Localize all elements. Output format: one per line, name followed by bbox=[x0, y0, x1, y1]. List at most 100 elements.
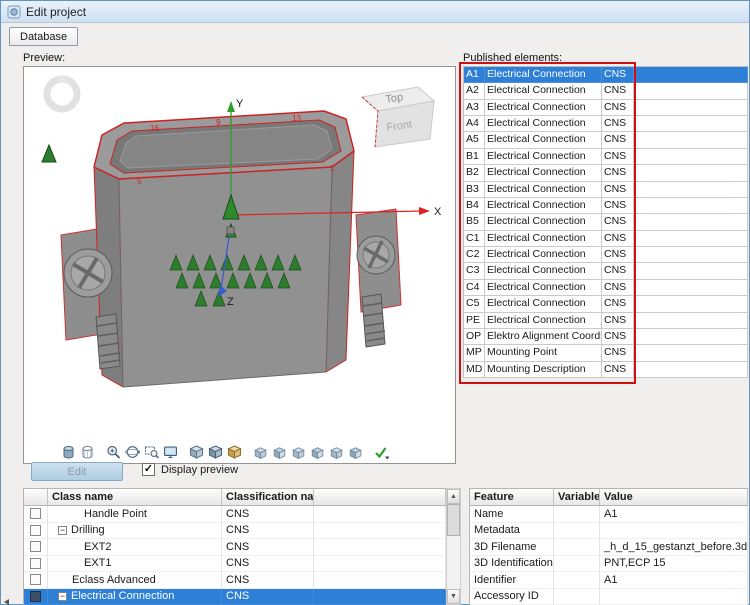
published-name-cell: Electrical Connection bbox=[485, 214, 602, 230]
display-preview-checkbox[interactable]: ✓ bbox=[142, 463, 155, 476]
class-checkbox[interactable] bbox=[30, 541, 41, 552]
class-row[interactable]: Handle PointCNS bbox=[24, 506, 446, 523]
published-row[interactable]: OPElektro Alignment CoordsysCNS bbox=[464, 329, 748, 345]
class-checkbox-cell bbox=[24, 539, 48, 556]
class-checkbox[interactable] bbox=[30, 558, 41, 569]
feature-header-variable[interactable]: Variable bbox=[554, 489, 600, 506]
edit-button[interactable]: Edit bbox=[31, 462, 123, 481]
view-cube-3-icon[interactable] bbox=[290, 444, 307, 460]
published-id-cell: B1 bbox=[464, 149, 485, 165]
published-id-cell: B5 bbox=[464, 214, 485, 230]
feature-header-feature[interactable]: Feature bbox=[470, 489, 554, 506]
published-row[interactable]: B5Electrical ConnectionCNS bbox=[464, 214, 748, 230]
scroll-down-icon[interactable]: ▼ bbox=[447, 589, 460, 604]
feature-row[interactable]: NameA1 bbox=[470, 506, 748, 523]
feature-row[interactable]: IdentifierA1 bbox=[470, 572, 748, 589]
published-row[interactable]: A5Electrical ConnectionCNS bbox=[464, 132, 748, 148]
class-checkbox[interactable] bbox=[30, 525, 41, 536]
published-cns-cell: CNS bbox=[602, 83, 634, 99]
view-cube[interactable]: Top Front bbox=[362, 87, 434, 147]
class-row[interactable]: −Electrical ConnectionCNS bbox=[24, 589, 446, 605]
classification-cell: CNS bbox=[222, 523, 314, 540]
published-row[interactable]: C4Electrical ConnectionCNS bbox=[464, 280, 748, 296]
class-row[interactable]: EXT1CNS bbox=[24, 556, 446, 573]
expander-minus-icon[interactable]: − bbox=[58, 592, 67, 601]
svg-text:9: 9 bbox=[216, 118, 221, 127]
scroll-thumb[interactable] bbox=[447, 504, 460, 536]
orbit-compass-icon[interactable] bbox=[47, 74, 77, 109]
class-row[interactable]: −DrillingCNS bbox=[24, 523, 446, 540]
feature-row[interactable]: Metadata bbox=[470, 523, 748, 540]
published-cns-cell: CNS bbox=[602, 313, 634, 329]
gold-cube-icon[interactable] bbox=[226, 444, 243, 460]
view-cube-5-icon[interactable] bbox=[328, 444, 345, 460]
fit-screen-icon[interactable] bbox=[162, 444, 179, 460]
wireframe-cylinder-icon[interactable] bbox=[79, 444, 96, 460]
published-row[interactable]: PEElectrical ConnectionCNS bbox=[464, 313, 748, 329]
published-name-cell: Electrical Connection bbox=[485, 83, 602, 99]
published-row[interactable]: C3Electrical ConnectionCNS bbox=[464, 263, 748, 279]
class-table-scrollbar[interactable]: ▲ ▼ bbox=[446, 488, 461, 605]
edged-cube-icon[interactable] bbox=[207, 444, 224, 460]
published-id-cell: MP bbox=[464, 345, 485, 361]
published-id-cell: A2 bbox=[464, 83, 485, 99]
feature-row[interactable]: 3D Filename_h_d_15_gestanzt_before.3db bbox=[470, 539, 748, 556]
class-row[interactable]: EXT2CNS bbox=[24, 539, 446, 556]
class-header-name[interactable]: Class name bbox=[48, 489, 222, 506]
view-cube-2-icon[interactable] bbox=[271, 444, 288, 460]
feature-row[interactable]: Accessory ID bbox=[470, 589, 748, 605]
view-cube-4-icon[interactable] bbox=[309, 444, 326, 460]
feature-cell: 3D Filename bbox=[470, 539, 554, 556]
class-header-classification[interactable]: Classification name bbox=[222, 489, 314, 506]
confirm-icon[interactable] bbox=[373, 444, 390, 460]
svg-text:1: 1 bbox=[330, 164, 335, 173]
shaded-cylinder-icon[interactable] bbox=[60, 444, 77, 460]
published-filler-cell bbox=[634, 116, 748, 132]
orbit-icon[interactable] bbox=[124, 444, 141, 460]
class-header-checkbox[interactable] bbox=[24, 489, 48, 506]
published-cns-cell: CNS bbox=[602, 100, 634, 116]
published-row[interactable]: A1Electrical ConnectionCNS bbox=[464, 67, 748, 83]
view-cube-6-icon[interactable] bbox=[347, 444, 364, 460]
display-preview-option[interactable]: ✓ Display preview bbox=[142, 463, 238, 476]
published-row[interactable]: B3Electrical ConnectionCNS bbox=[464, 182, 748, 198]
published-row[interactable]: MDMounting DescriptionCNS bbox=[464, 362, 748, 378]
feature-header-value[interactable]: Value bbox=[600, 489, 748, 506]
published-filler-cell bbox=[634, 83, 748, 99]
feature-row[interactable]: 3D IdentificationPNT,ECP 15 bbox=[470, 556, 748, 573]
zoom-icon[interactable] bbox=[105, 444, 122, 460]
published-row[interactable]: A4Electrical ConnectionCNS bbox=[464, 116, 748, 132]
shaded-cube-icon[interactable] bbox=[188, 444, 205, 460]
scroll-up-icon[interactable]: ▲ bbox=[447, 489, 460, 504]
published-row[interactable]: B1Electrical ConnectionCNS bbox=[464, 149, 748, 165]
published-row[interactable]: C5Electrical ConnectionCNS bbox=[464, 296, 748, 312]
published-row[interactable]: C1Electrical ConnectionCNS bbox=[464, 231, 748, 247]
published-row[interactable]: C2Electrical ConnectionCNS bbox=[464, 247, 748, 263]
published-filler-cell bbox=[634, 165, 748, 181]
zoom-window-icon[interactable] bbox=[143, 444, 160, 460]
published-row[interactable]: A3Electrical ConnectionCNS bbox=[464, 100, 748, 116]
class-checkbox-cell bbox=[24, 572, 48, 589]
titlebar[interactable]: Edit project bbox=[1, 1, 749, 23]
expander-minus-icon[interactable]: − bbox=[58, 526, 67, 535]
class-checkbox[interactable] bbox=[30, 508, 41, 519]
classification-cell: CNS bbox=[222, 539, 314, 556]
class-row[interactable]: Eclass AdvancedCNS bbox=[24, 572, 446, 589]
published-row[interactable]: MPMounting PointCNS bbox=[464, 345, 748, 361]
preview-3d-viewport[interactable]: Top Front bbox=[23, 66, 456, 464]
published-row[interactable]: B2Electrical ConnectionCNS bbox=[464, 165, 748, 181]
view-cube-1-icon[interactable] bbox=[252, 444, 269, 460]
published-id-cell: PE bbox=[464, 313, 485, 329]
scroll-left-icon[interactable] bbox=[4, 599, 9, 605]
class-checkbox-cell bbox=[24, 589, 48, 605]
published-id-cell: B2 bbox=[464, 165, 485, 181]
classification-cell: CNS bbox=[222, 589, 314, 605]
tab-database[interactable]: Database bbox=[9, 27, 78, 46]
feature-cell: 3D Identification bbox=[470, 556, 554, 573]
class-checkbox[interactable] bbox=[30, 574, 41, 585]
published-elements-label: Published elements: bbox=[463, 52, 562, 64]
published-row[interactable]: B4Electrical ConnectionCNS bbox=[464, 198, 748, 214]
published-filler-cell bbox=[634, 263, 748, 279]
published-row[interactable]: A2Electrical ConnectionCNS bbox=[464, 83, 748, 99]
class-checkbox[interactable] bbox=[30, 591, 41, 602]
